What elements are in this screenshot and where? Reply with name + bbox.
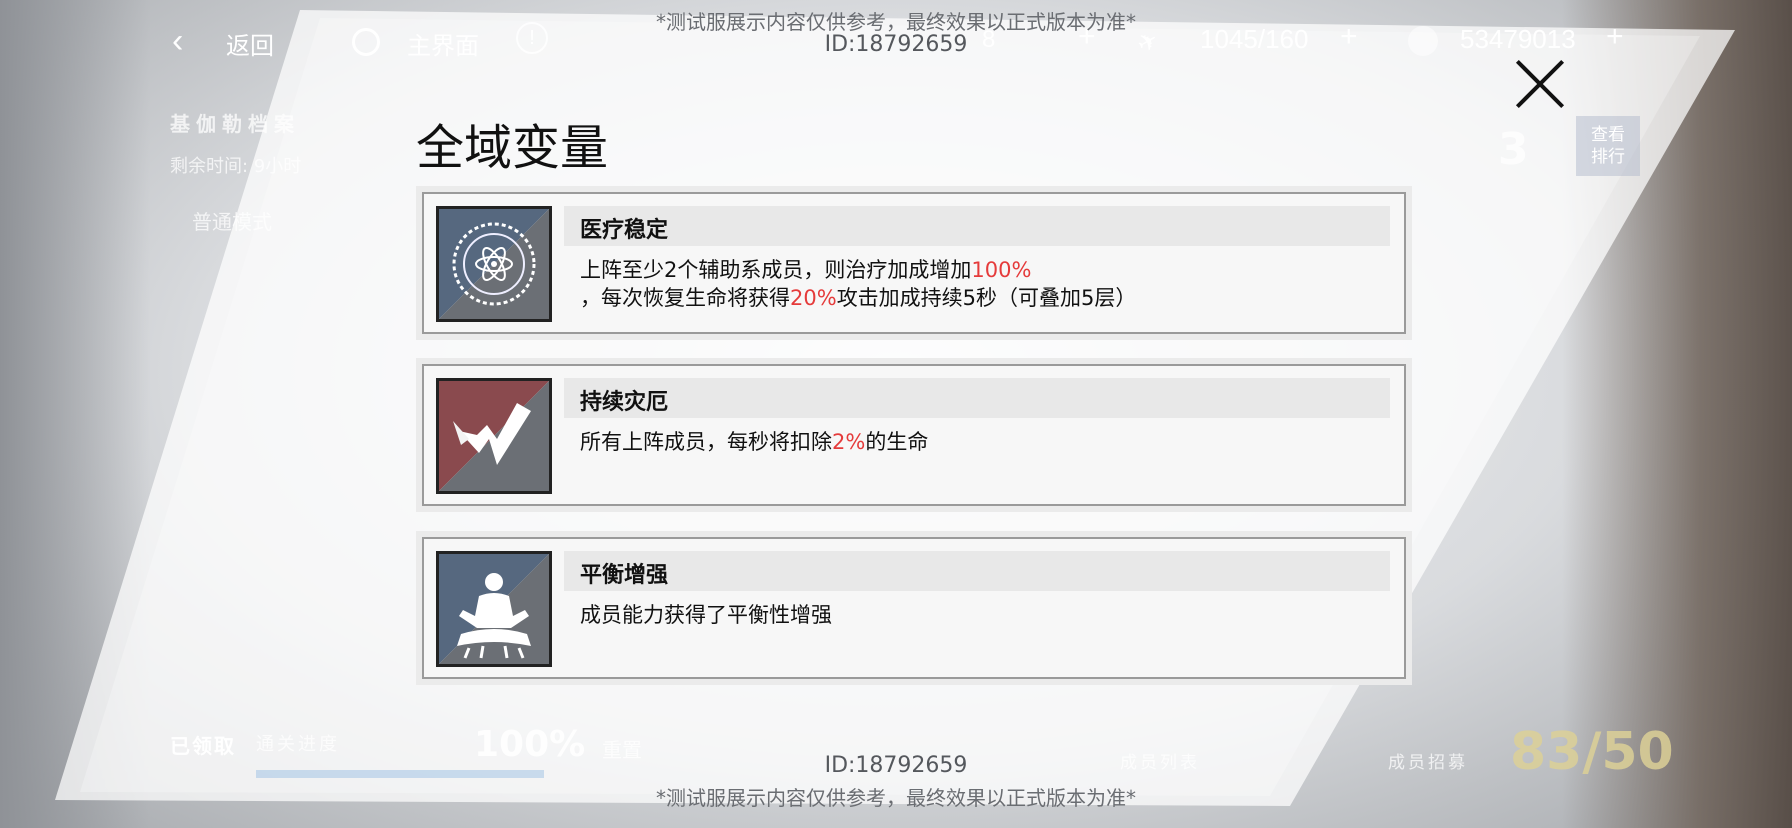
- highlight-value: 20%: [790, 286, 837, 310]
- card-description: 成员能力获得了平衡性增强: [580, 603, 832, 627]
- mode-label[interactable]: 普通模式: [192, 206, 272, 235]
- close-icon[interactable]: [1512, 56, 1568, 112]
- variable-card: 医疗稳定 上阵至少2个辅助系成员，则治疗加成增加100% ，每次恢复生命将获得2…: [416, 186, 1412, 340]
- meditation-figure-icon: [436, 551, 552, 667]
- variable-card: 平衡增强 成员能力获得了平衡性增强: [416, 531, 1412, 685]
- view-ranking-button[interactable]: 查看 排行: [1576, 116, 1640, 176]
- card-description: 所有上阵成员，每秒将扣除2%的生命: [580, 430, 929, 454]
- card-name: 平衡增强: [564, 551, 1390, 591]
- test-server-notice-bottom: *测试服展示内容仅供参考，最终效果以正式版本为准*: [656, 786, 1136, 810]
- archive-title: 基伽勒档案: [170, 112, 300, 136]
- card-name: 医疗稳定: [564, 206, 1390, 246]
- test-server-notice-top: *测试服展示内容仅供参考，最终效果以正式版本为准*: [656, 10, 1136, 34]
- user-id-top: ID:18792659: [824, 32, 968, 57]
- rank-number: 3: [1498, 124, 1529, 175]
- broken-heart-icon: [436, 378, 552, 494]
- user-id-bottom: ID:18792659: [824, 753, 968, 778]
- atom-burst-icon: [436, 206, 552, 322]
- highlight-value: 2%: [832, 430, 866, 454]
- card-name: 持续灾厄: [564, 378, 1390, 418]
- highlight-value: 100%: [971, 258, 1032, 282]
- variable-card: 持续灾厄 所有上阵成员，每秒将扣除2%的生命: [416, 358, 1412, 512]
- remaining-time: 剩余时间: 9小时: [170, 156, 302, 177]
- card-description: 上阵至少2个辅助系成员，则治疗加成增加100% ，每次恢复生命将获得20%攻击加…: [580, 258, 1137, 310]
- modal-title: 全域变量: [416, 120, 609, 176]
